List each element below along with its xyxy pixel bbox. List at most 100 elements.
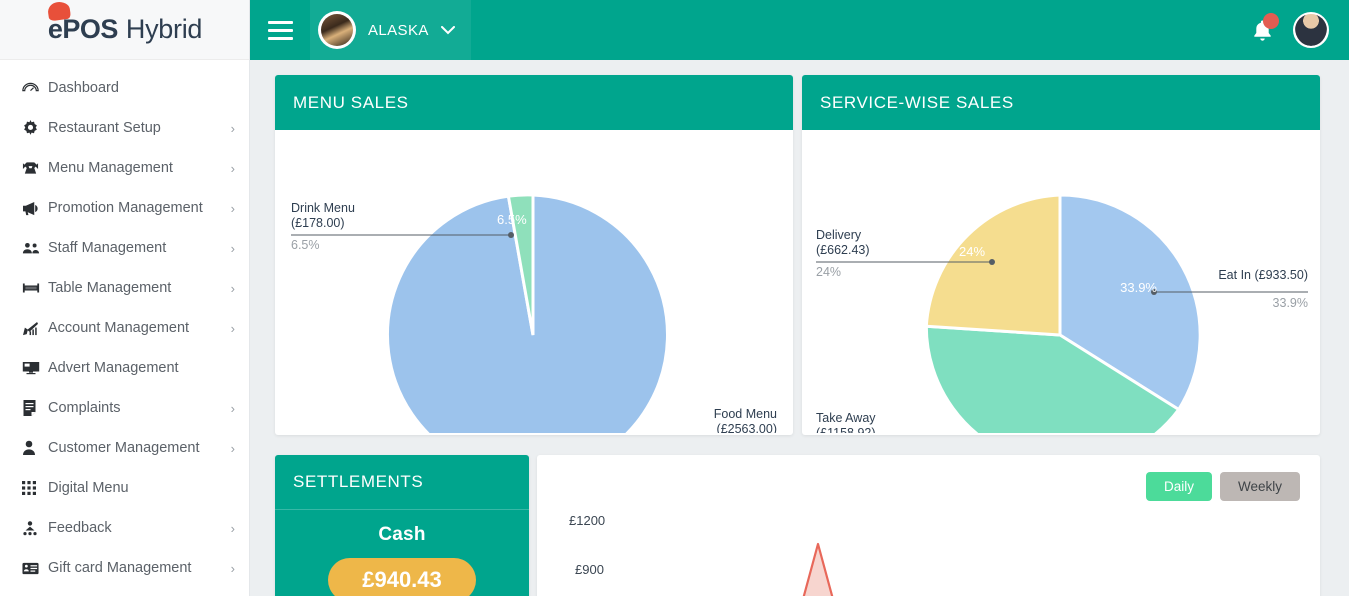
main-content: MENU SALES Drink Menu (£178.00) 6.5% 6.5…	[250, 60, 1349, 596]
sidebar-item-digital-menu[interactable]: Digital Menu	[0, 468, 249, 508]
sidebar-item-label: Table Management	[48, 280, 172, 296]
drink-menu-percent-inner: 6.5%	[497, 212, 527, 227]
eat-in-percent-inner: 33.9%	[1120, 280, 1157, 295]
menu-sales-card: MENU SALES Drink Menu (£178.00) 6.5% 6.5…	[275, 75, 793, 435]
sidebar-item-label: Advert Management	[48, 360, 179, 376]
table-icon	[22, 282, 48, 294]
chevron-right-icon: ›	[230, 560, 235, 576]
avatar[interactable]	[1293, 12, 1329, 48]
sidebar-item-restaurant-setup[interactable]: Restaurant Setup ›	[0, 108, 249, 148]
sidebar-item-label: Dashboard	[48, 80, 119, 96]
dashboard-icon	[22, 81, 48, 96]
sidebar-item-customer-management[interactable]: Customer Management ›	[0, 428, 249, 468]
menu-sales-pie-chart: Drink Menu (£178.00) 6.5% 6.5% Food Menu…	[275, 130, 793, 433]
menu-sales-pie-svg: Drink Menu (£178.00) 6.5% 6.5% Food Menu…	[291, 193, 777, 433]
page-title: SETTLEMENTS	[293, 472, 424, 491]
chevron-right-icon: ›	[230, 520, 235, 536]
service-wise-sales-header: SERVICE-WISE SALES	[802, 75, 1320, 130]
sidebar-item-label: Feedback	[48, 520, 112, 536]
sidebar-item-label: Customer Management	[48, 440, 200, 456]
sidebar-item-label: Promotion Management	[48, 200, 203, 216]
dashboard-page: ePOS Hybrid Dashboard Restaurant Setup ›	[0, 0, 1349, 596]
menu-icon	[22, 161, 48, 175]
staff-icon	[22, 241, 48, 255]
sidebar-item-account-management[interactable]: Account Management ›	[0, 308, 249, 348]
settlement-amount: £940.43	[328, 558, 476, 596]
monitor-icon	[22, 361, 48, 375]
chevron-right-icon: ›	[230, 200, 235, 216]
document-icon	[22, 400, 48, 416]
brand-name-secondary: Hybrid	[125, 14, 203, 44]
delivery-percent-outer: 24%	[816, 265, 841, 279]
chevron-down-icon	[440, 23, 455, 38]
drink-menu-percent-outer: 6.5%	[291, 238, 320, 252]
sidebar-item-label: Digital Menu	[48, 480, 129, 496]
drink-menu-amount: (£178.00)	[291, 216, 345, 230]
brand-logo[interactable]: ePOS Hybrid	[0, 0, 249, 60]
chevron-right-icon: ›	[230, 320, 235, 336]
delivery-percent-inner: 24%	[959, 244, 985, 259]
store-avatar	[318, 11, 356, 49]
sales-trend-area-chart: £1200 £900	[569, 513, 834, 596]
eat-in-label: Eat In (£933.50)	[1218, 268, 1308, 282]
chevron-right-icon: ›	[230, 440, 235, 456]
sidebar-item-advert-management[interactable]: Advert Management	[0, 348, 249, 388]
notifications-button[interactable]	[1239, 0, 1285, 60]
gear-icon	[22, 119, 48, 137]
chevron-right-icon: ›	[230, 160, 235, 176]
chevron-right-icon: ›	[230, 120, 235, 136]
sidebar-item-promotion-management[interactable]: Promotion Management ›	[0, 188, 249, 228]
sidebar-item-label: Gift card Management	[48, 560, 192, 576]
chevron-right-icon: ›	[230, 240, 235, 256]
sales-trend-card: Daily Weekly £1200 £900	[537, 455, 1320, 596]
take-away-label: Take Away	[816, 411, 876, 425]
y-axis-tick-1200: £1200	[569, 513, 605, 528]
store-selector[interactable]: ALASKA	[310, 0, 471, 60]
person-icon	[22, 440, 48, 456]
take-away-amount: (£1158.92)	[816, 426, 876, 433]
sidebar-item-dashboard[interactable]: Dashboard	[0, 68, 249, 108]
brand-name-primary: ePOS	[47, 14, 119, 44]
delivery-amount: (£662.43)	[816, 243, 870, 257]
sidebar-nav: Dashboard Restaurant Setup › Menu Manage…	[0, 60, 249, 588]
service-wise-sales-pie-chart: Delivery (£662.43) 24% 24% Eat In (£933.…	[802, 130, 1320, 433]
sidebar-item-label: Complaints	[48, 400, 121, 416]
sidebar-item-staff-management[interactable]: Staff Management ›	[0, 228, 249, 268]
chart-up-icon	[22, 321, 48, 336]
topbar: ALASKA	[250, 0, 1349, 60]
food-menu-label: Food Menu	[714, 407, 777, 421]
delivery-label: Delivery	[816, 228, 862, 242]
notification-badge	[1263, 13, 1279, 29]
service-wise-sales-card: SERVICE-WISE SALES Delivery (£662.43) 24…	[802, 75, 1320, 435]
sidebar-item-label: Staff Management	[48, 240, 167, 256]
sidebar-item-complaints[interactable]: Complaints ›	[0, 388, 249, 428]
callout-dot-delivery	[989, 259, 995, 265]
callout-dot-drink-menu	[508, 232, 514, 238]
settlements-body: Cash £940.43	[275, 510, 529, 596]
chevron-right-icon: ›	[230, 400, 235, 416]
sidebar-item-feedback[interactable]: Feedback ›	[0, 508, 249, 548]
y-axis-tick-900: £900	[575, 562, 604, 577]
service-wise-pie-svg: Delivery (£662.43) 24% 24% Eat In (£933.…	[816, 193, 1308, 433]
settlements-header: SETTLEMENTS	[275, 455, 529, 510]
feedback-icon	[22, 520, 48, 536]
hamburger-icon[interactable]	[250, 0, 310, 60]
page-title: SERVICE-WISE SALES	[820, 92, 1014, 112]
sidebar-item-menu-management[interactable]: Menu Management ›	[0, 148, 249, 188]
page-title: MENU SALES	[293, 92, 409, 112]
grid-icon	[22, 480, 48, 496]
chevron-right-icon: ›	[230, 280, 235, 296]
area-fill-sales	[803, 544, 833, 596]
sidebar-item-label: Restaurant Setup	[48, 120, 161, 136]
drink-menu-label: Drink Menu	[291, 201, 355, 215]
sidebar-item-gift-card-management[interactable]: Gift card Management ›	[0, 548, 249, 588]
settlements-card: SETTLEMENTS Cash £940.43	[275, 455, 529, 596]
sidebar-item-table-management[interactable]: Table Management ›	[0, 268, 249, 308]
sidebar-item-label: Menu Management	[48, 160, 173, 176]
menu-sales-header: MENU SALES	[275, 75, 793, 130]
giftcard-icon	[22, 562, 48, 575]
sidebar: ePOS Hybrid Dashboard Restaurant Setup ›	[0, 0, 250, 596]
pie-slice-delivery	[924, 193, 1062, 337]
food-menu-amount: (£2563.00)	[717, 422, 777, 433]
sidebar-item-label: Account Management	[48, 320, 190, 336]
